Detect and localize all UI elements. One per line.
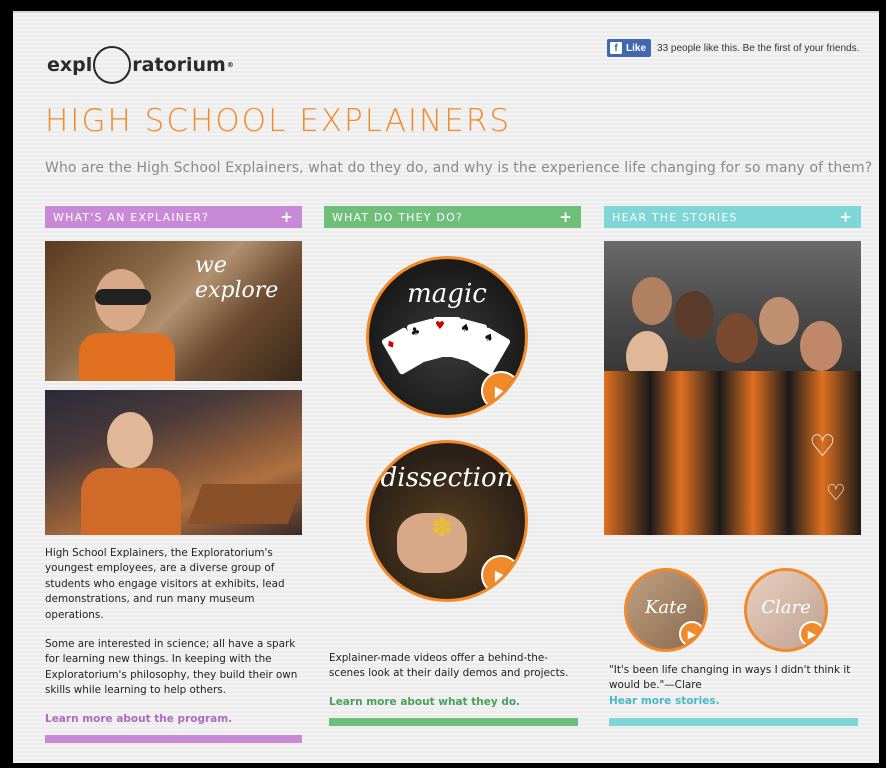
group-photo: ♡ ♡ [604,241,861,535]
dissection-video-thumbnail[interactable]: dissection ✽ ▶ [366,440,528,602]
column-footer-bar [45,734,302,743]
exploratorium-logo[interactable]: expl ratorium ® [47,45,234,85]
play-icon[interactable]: ▶ [799,621,825,647]
learn-more-program-link[interactable]: Learn more about the program. [45,713,302,725]
explainer-description: High School Explainers, the Exploratoriu… [45,547,298,697]
facebook-like-widget: f Like 33 people like this. Be the first… [607,39,859,57]
page-frame: expl ratorium ® f Like 33 people like th… [13,11,879,763]
learn-more-what-they-do-link[interactable]: Learn more about what they do. [329,696,520,708]
play-icon[interactable]: ▶ [481,371,521,411]
plus-icon: + [280,208,294,226]
flower: ✽ [431,513,453,543]
clare-story-avatar[interactable]: Clare ▶ [744,568,828,652]
logo-ring-icon [93,46,132,84]
goggles [95,289,151,305]
column-what-do-they-do: WHAT DO THEY DO? + magic ♦ ♣ ♥ ♠ ♠ ▶ dis… [324,206,581,746]
plus-icon: + [839,208,853,226]
page-subtitle: Who are the High School Explainers, what… [45,160,873,176]
header-whats-an-explainer[interactable]: WHAT'S AN EXPLAINER? + [45,206,302,228]
play-icon[interactable]: ▶ [679,621,705,647]
plus-icon: + [559,208,573,226]
page-title: HIGH SCHOOL EXPLAINERS [45,103,512,139]
clare-quote: "It's been life changing in ways I didn'… [609,664,851,692]
facebook-icon: f [610,42,622,54]
explainer-museum-photo [45,390,302,535]
photo-scrawl: we explore [195,253,279,303]
header-hear-the-stories[interactable]: HEAR THE STORIES + [604,206,861,228]
kate-story-avatar[interactable]: Kate ▶ [624,568,708,652]
videos-description: Explainer-made videos offer a behind-the… [329,652,569,680]
explainer-goggles-photo: we explore [45,241,302,381]
heart-icon: ♡ [826,481,846,506]
orange-vest [81,468,181,535]
column-whats-an-explainer: WHAT'S AN EXPLAINER? + we explore High S… [45,206,302,743]
photo-face [107,412,153,468]
column-hear-the-stories: HEAR THE STORIES + ♡ ♡ Kate ▶ Clare ▶ "I… [604,206,861,746]
header-what-do-they-do[interactable]: WHAT DO THEY DO? + [324,206,581,228]
exhibit-table [187,484,302,524]
column-footer-bar [329,718,578,726]
facebook-like-button[interactable]: f Like [607,39,652,57]
hear-more-stories-link[interactable]: Hear more stories. [609,695,720,707]
facebook-like-count: 33 people like this. Be the first of you… [657,42,860,54]
column-footer-bar [609,718,858,726]
heart-icon: ♡ [809,429,836,464]
play-icon[interactable]: ▶ [481,555,521,595]
orange-vest [79,333,175,381]
magic-video-thumbnail[interactable]: magic ♦ ♣ ♥ ♠ ♠ ▶ [366,256,528,418]
